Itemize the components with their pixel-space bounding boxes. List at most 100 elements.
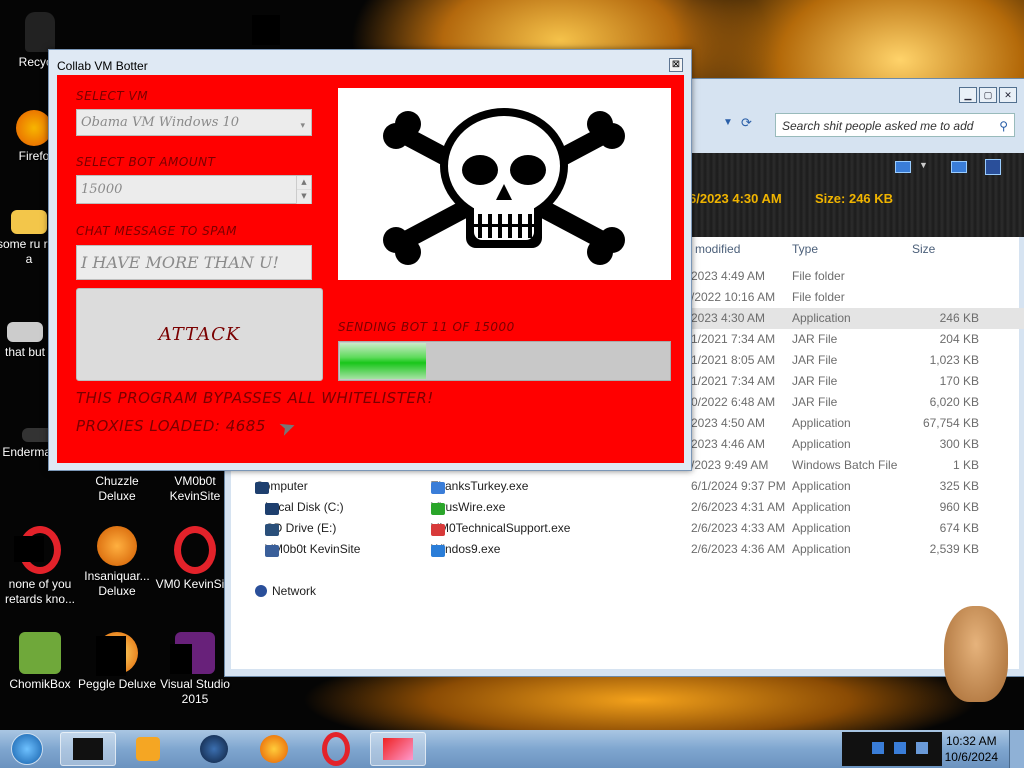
action-center-icon[interactable]	[916, 742, 928, 754]
botter-window[interactable]: Collab VM Botter ⊠ SELECT VM Obama VM Wi…	[48, 49, 692, 471]
file-type: Application	[792, 311, 851, 325]
details-date-modified: 6/2023 4:30 AM	[689, 191, 782, 206]
cursor-icon: ➤	[275, 414, 300, 442]
bot-amount-label: SELECT BOT AMOUNT	[76, 155, 216, 169]
search-input[interactable]: Search shit people asked me to add ⚲	[775, 113, 1015, 137]
search-icon[interactable]: ⚲	[999, 114, 1008, 138]
file-type: JAR File	[792, 353, 838, 367]
view-options-dropdown-icon[interactable]: ▼	[919, 160, 928, 170]
window-title: Collab VM Botter	[57, 59, 148, 73]
taskbar-item-globe[interactable]	[186, 732, 242, 766]
desktop-icon-label: Chuzzle Deluxe	[95, 474, 139, 503]
show-desktop-button[interactable]	[1009, 730, 1024, 768]
bot-amount-value: 15000	[81, 182, 123, 197]
recycle-bin-icon	[25, 12, 55, 52]
spinner-down-icon[interactable]: ▼	[297, 190, 311, 204]
select-vm-dropdown[interactable]: Obama VM Windows 10 ▾	[76, 109, 312, 136]
chevron-down-icon: ▾	[300, 121, 305, 131]
desktop-icon-chomikbox[interactable]: ChomikBox	[0, 632, 80, 692]
close-button[interactable]: ✕	[999, 87, 1017, 103]
nav-item[interactable]: Computer	[255, 479, 308, 494]
folder-icon	[11, 210, 47, 234]
refresh-icon[interactable]: ⟳	[741, 115, 752, 131]
view-options-icon[interactable]	[895, 161, 911, 173]
file-size: 170 KB	[939, 374, 979, 388]
spinner-up-icon[interactable]: ▲	[297, 176, 311, 190]
minimize-button[interactable]: ▁	[959, 87, 977, 103]
column-header-type[interactable]: Type	[792, 242, 818, 256]
file-row[interactable]: Computer ThanksTurkey.exe 6/1/2024 9:37 PM…	[225, 476, 1024, 497]
proxies-loaded-text: PROXIES LOADED: 4685	[76, 417, 266, 435]
file-type: Application	[792, 500, 851, 514]
progress-fill	[340, 343, 426, 379]
history-dropdown-icon[interactable]: ▼	[723, 117, 733, 128]
desktop-icon-visual-studio[interactable]: Visual Studio 2015	[155, 632, 235, 707]
file-date: /2023 9:49 AM	[691, 458, 769, 472]
taskbar-item-botter[interactable]	[370, 732, 426, 766]
help-icon[interactable]	[985, 159, 1001, 175]
file-type: File folder	[792, 290, 845, 304]
taskbar-item-media-player[interactable]	[120, 732, 176, 766]
opera-icon	[322, 732, 350, 766]
desktop-icon-vm0b0t[interactable]: VM0b0t KevinSite	[155, 474, 235, 504]
file-date: 2023 4:49 AM	[691, 269, 766, 283]
desktop-icon-insaniquarium[interactable]: Insaniquar... Deluxe	[77, 526, 157, 599]
volume-tray-icon[interactable]	[894, 742, 906, 754]
system-clock[interactable]: 10:32 AM 10/6/2024	[945, 733, 998, 765]
desktop-icon-chuzzle[interactable]: Chuzzle Deluxe	[77, 474, 157, 504]
nav-item[interactable]: CD Drive (E:)	[265, 521, 336, 536]
file-type: Application	[792, 479, 851, 493]
censor-block	[170, 644, 192, 674]
firefox-icon	[16, 110, 52, 146]
taskbar: 10:32 AM 10/6/2024	[0, 730, 1024, 768]
desktop-icon-vm0-kevinsite[interactable]: VM0 KevinSi...	[155, 526, 235, 592]
chat-message-input[interactable]: I HAVE MORE THAN U!	[76, 245, 312, 280]
file-type: Application	[792, 521, 851, 535]
file-name: ThanksTurkey.exe	[431, 479, 529, 494]
maximize-button[interactable]: ▢	[979, 87, 997, 103]
botter-app-icon	[383, 738, 413, 760]
taskbar-item-opera[interactable]	[308, 732, 364, 766]
file-date: 1/2021 7:34 AM	[691, 374, 776, 388]
file-name-label: ThanksTurkey.exe	[431, 479, 529, 493]
network-tray-icon[interactable]	[872, 742, 884, 754]
file-row[interactable]: VM0b0t KevinSite Windos9.exe 2/6/2023 4:36…	[225, 539, 1024, 560]
nav-item-network[interactable]: Network	[255, 584, 316, 598]
drive-icon	[265, 524, 279, 536]
close-button[interactable]: ⊠	[669, 58, 683, 72]
file-size: 246 KB	[939, 311, 979, 325]
file-row[interactable]: Local Disk (C:) VirusWire.exe 2/6/2023 4:3…	[225, 497, 1024, 518]
network-icon	[255, 585, 267, 597]
file-size: 1,023 KB	[929, 353, 979, 367]
censor-block	[14, 536, 44, 562]
status-text: SENDING BOT 11 OF 15000	[338, 320, 515, 334]
start-button[interactable]	[2, 732, 52, 766]
nav-item[interactable]: VM0b0t KevinSite	[265, 542, 360, 557]
exe-file-icon	[431, 524, 445, 536]
taskbar-item-black-window[interactable]	[60, 732, 116, 766]
preview-pane-icon[interactable]	[951, 161, 967, 173]
censor-block	[252, 15, 280, 45]
file-type: Application	[792, 542, 851, 556]
file-date: 1/2021 7:34 AM	[691, 332, 776, 346]
censor-block	[96, 636, 126, 676]
drive-icon	[265, 503, 279, 515]
column-header-size[interactable]: Size	[912, 242, 935, 256]
nav-item[interactable]: Local Disk (C:)	[265, 500, 344, 515]
attack-button[interactable]: ATTACK	[76, 288, 323, 381]
taskbar-item-firefox[interactable]	[246, 732, 302, 766]
details-size: Size: 246 KB	[815, 191, 894, 206]
file-name: Windos9.exe	[431, 542, 500, 557]
column-header-date-modified[interactable]: e modified	[685, 242, 740, 256]
sending-progress-bar	[338, 341, 671, 381]
chat-message-label: CHAT MESSAGE TO SPAM	[76, 224, 237, 238]
spinner-buttons[interactable]: ▲ ▼	[296, 176, 311, 204]
file-size: 2,539 KB	[929, 542, 979, 556]
desktop-icon-label: Visual Studio 2015	[160, 677, 230, 706]
file-size: 204 KB	[939, 332, 979, 346]
bot-amount-spinner[interactable]: 15000 ▲ ▼	[76, 175, 312, 204]
fish-icon	[97, 526, 137, 566]
file-row[interactable]: CD Drive (E:) VM0TechnicalSupport.exe 2/6/…	[225, 518, 1024, 539]
file-size: 1 KB	[952, 458, 979, 472]
desktop-icon-label: VM0 KevinSi...	[155, 577, 235, 591]
